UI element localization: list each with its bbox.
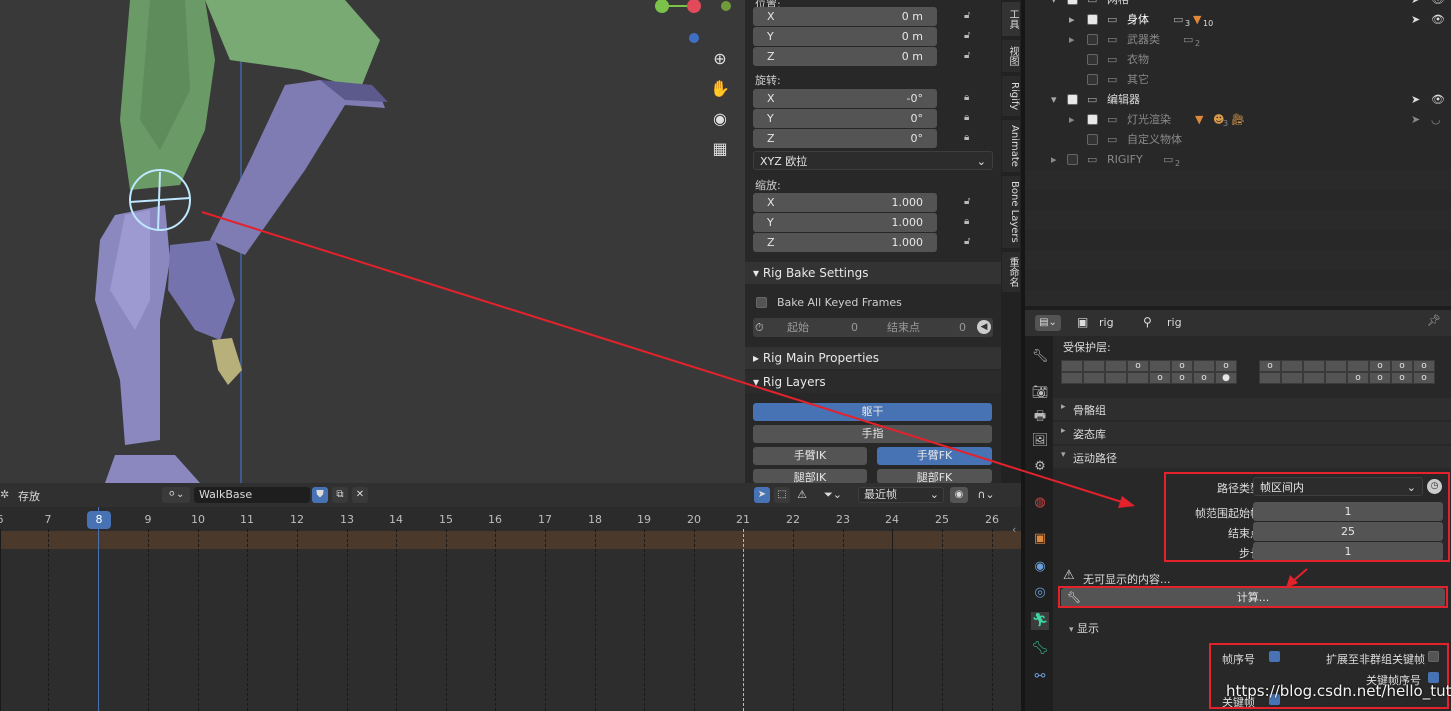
watermark: https://blog.csdn.net/hello_tute (1226, 682, 1451, 700)
calculate-highlight (1058, 586, 1448, 608)
motion-path-settings-highlight (1164, 472, 1450, 562)
